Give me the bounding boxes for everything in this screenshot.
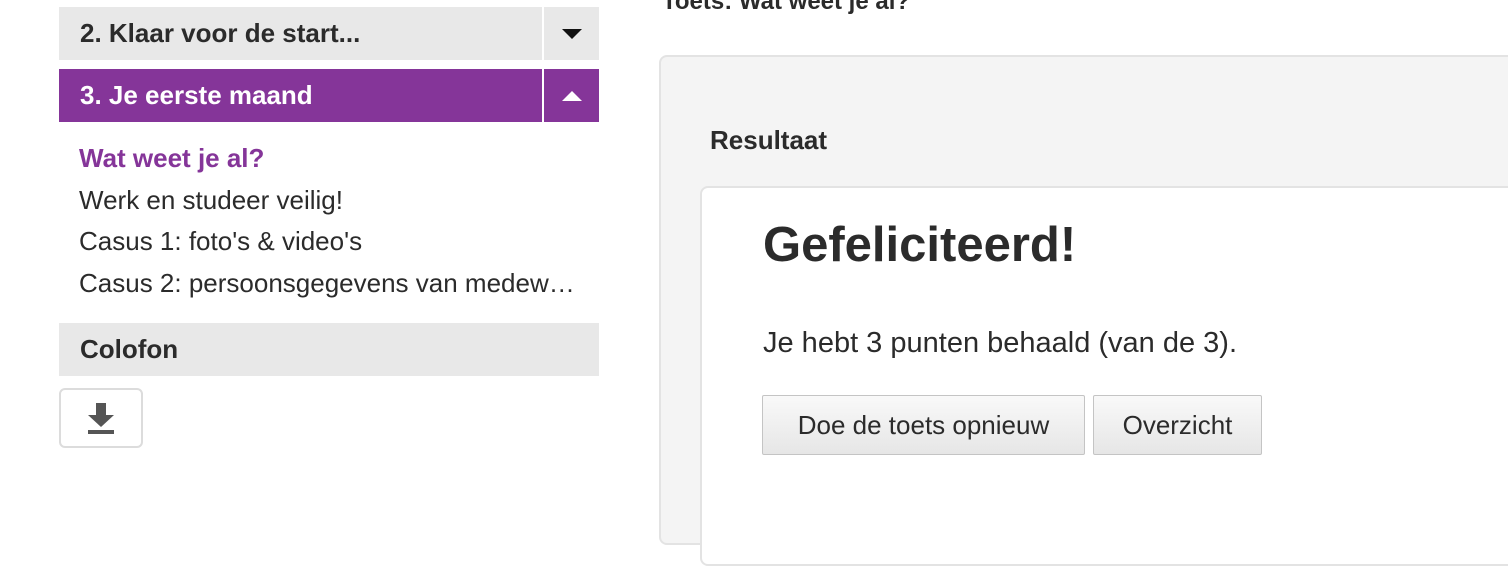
page-title: Toets: Wat weet je al?: [662, 0, 911, 15]
chapter-3-label[interactable]: 3. Je eerste maand: [59, 69, 542, 122]
sidebar-item-colofon[interactable]: Colofon: [59, 323, 599, 376]
overview-button[interactable]: Overzicht: [1093, 395, 1262, 455]
caret-down-icon: [561, 28, 582, 39]
score-text: Je hebt 3 punten behaald (van de 3).: [763, 327, 1238, 359]
result-panel: Resultaat Gefeliciteerd! Je hebt 3 punte…: [659, 55, 1508, 566]
chapter-2-label[interactable]: 2. Klaar voor de start...: [59, 7, 542, 60]
download-button[interactable]: [59, 388, 143, 448]
chapter-2-header[interactable]: 2. Klaar voor de start...: [59, 7, 599, 60]
lesson-item-casus-2[interactable]: Casus 2: persoonsgegevens van medewerker…: [79, 263, 579, 305]
chapter-3-collapse-toggle[interactable]: [542, 69, 599, 122]
result-title: Resultaat: [710, 125, 828, 155]
retry-quiz-button[interactable]: Doe de toets opnieuw: [762, 395, 1085, 455]
lesson-item-wat-weet-je-al[interactable]: Wat weet je al?: [79, 138, 579, 180]
caret-up-icon: [561, 90, 582, 101]
lesson-item-werk-en-studeer-veilig[interactable]: Werk en studeer veilig!: [79, 180, 579, 222]
sidebar: 2. Klaar voor de start... 3. Je eerste m…: [59, 7, 599, 448]
chapter-2-expand-toggle[interactable]: [542, 7, 599, 60]
download-icon: [88, 403, 114, 434]
congratulations-heading: Gefeliciteerd!: [763, 218, 1077, 272]
lesson-list: Wat weet je al? Werk en studeer veilig! …: [59, 122, 599, 323]
lesson-item-casus-1[interactable]: Casus 1: foto's & video's: [79, 221, 579, 263]
result-card: Gefeliciteerd! Je hebt 3 punten behaald …: [700, 186, 1508, 566]
chapter-3-header[interactable]: 3. Je eerste maand: [59, 69, 599, 122]
